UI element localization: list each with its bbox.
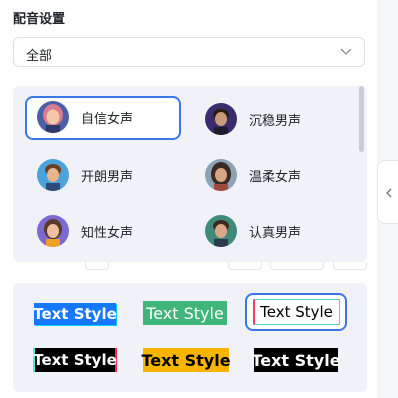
text-style-black-glitch[interactable]: Text Style: [33, 348, 117, 372]
voice-label: 温柔女声: [249, 170, 302, 185]
voice-list-scrollbar[interactable]: [359, 86, 364, 152]
voice-item-cheerful-male[interactable]: 开朗男声: [25, 154, 181, 198]
avatar-male-brown-hair: [37, 159, 69, 191]
chevron-left-icon: [386, 188, 392, 198]
voice-label: 认真男声: [249, 226, 302, 241]
text-style-blue[interactable]: Text Style: [33, 303, 117, 325]
section-title: 配音设置: [13, 12, 66, 27]
text-style-panel: Text Style Text Style Text Style Text St…: [13, 283, 367, 392]
text-style-green[interactable]: Text Style: [143, 301, 227, 325]
hidden-control: [228, 262, 262, 270]
hidden-control: [85, 262, 109, 270]
voice-label: 沉稳男声: [249, 114, 302, 129]
text-style-outline-selected[interactable]: Text Style: [245, 293, 347, 331]
voice-item-intellectual-female[interactable]: 知性女声: [25, 210, 181, 254]
avatar-female-purple: [37, 215, 69, 247]
avatar-female-pink-hair: [37, 101, 69, 133]
collapse-panel-button[interactable]: [377, 160, 398, 224]
hidden-control: [270, 262, 324, 270]
avatar-female-dark-hair: [205, 159, 237, 191]
chevron-down-icon: [340, 48, 352, 55]
voice-item-gentle-female[interactable]: 温柔女声: [193, 154, 349, 198]
voice-label: 知性女声: [81, 226, 134, 241]
voice-list-panel[interactable]: 自信女声 沉稳男声 开朗男声 温柔女声 知性女声 认真男声: [13, 86, 367, 262]
hidden-control: [333, 262, 367, 270]
voice-item-calm-male[interactable]: 沉稳男声: [193, 98, 349, 142]
text-style-black[interactable]: Text Style: [251, 348, 341, 372]
voice-item-serious-male[interactable]: 认真男声: [193, 210, 349, 254]
avatar-male-dark-hair: [205, 103, 237, 135]
voice-filter-select[interactable]: 全部: [13, 37, 365, 67]
voice-item-confident-female[interactable]: 自信女声: [25, 96, 181, 140]
avatar-male-green: [205, 215, 237, 247]
text-style-yellow[interactable]: Text Style: [141, 348, 231, 372]
voice-label: 自信女声: [81, 112, 134, 127]
voice-label: 开朗男声: [81, 170, 134, 185]
voice-filter-value: 全部: [26, 49, 53, 64]
